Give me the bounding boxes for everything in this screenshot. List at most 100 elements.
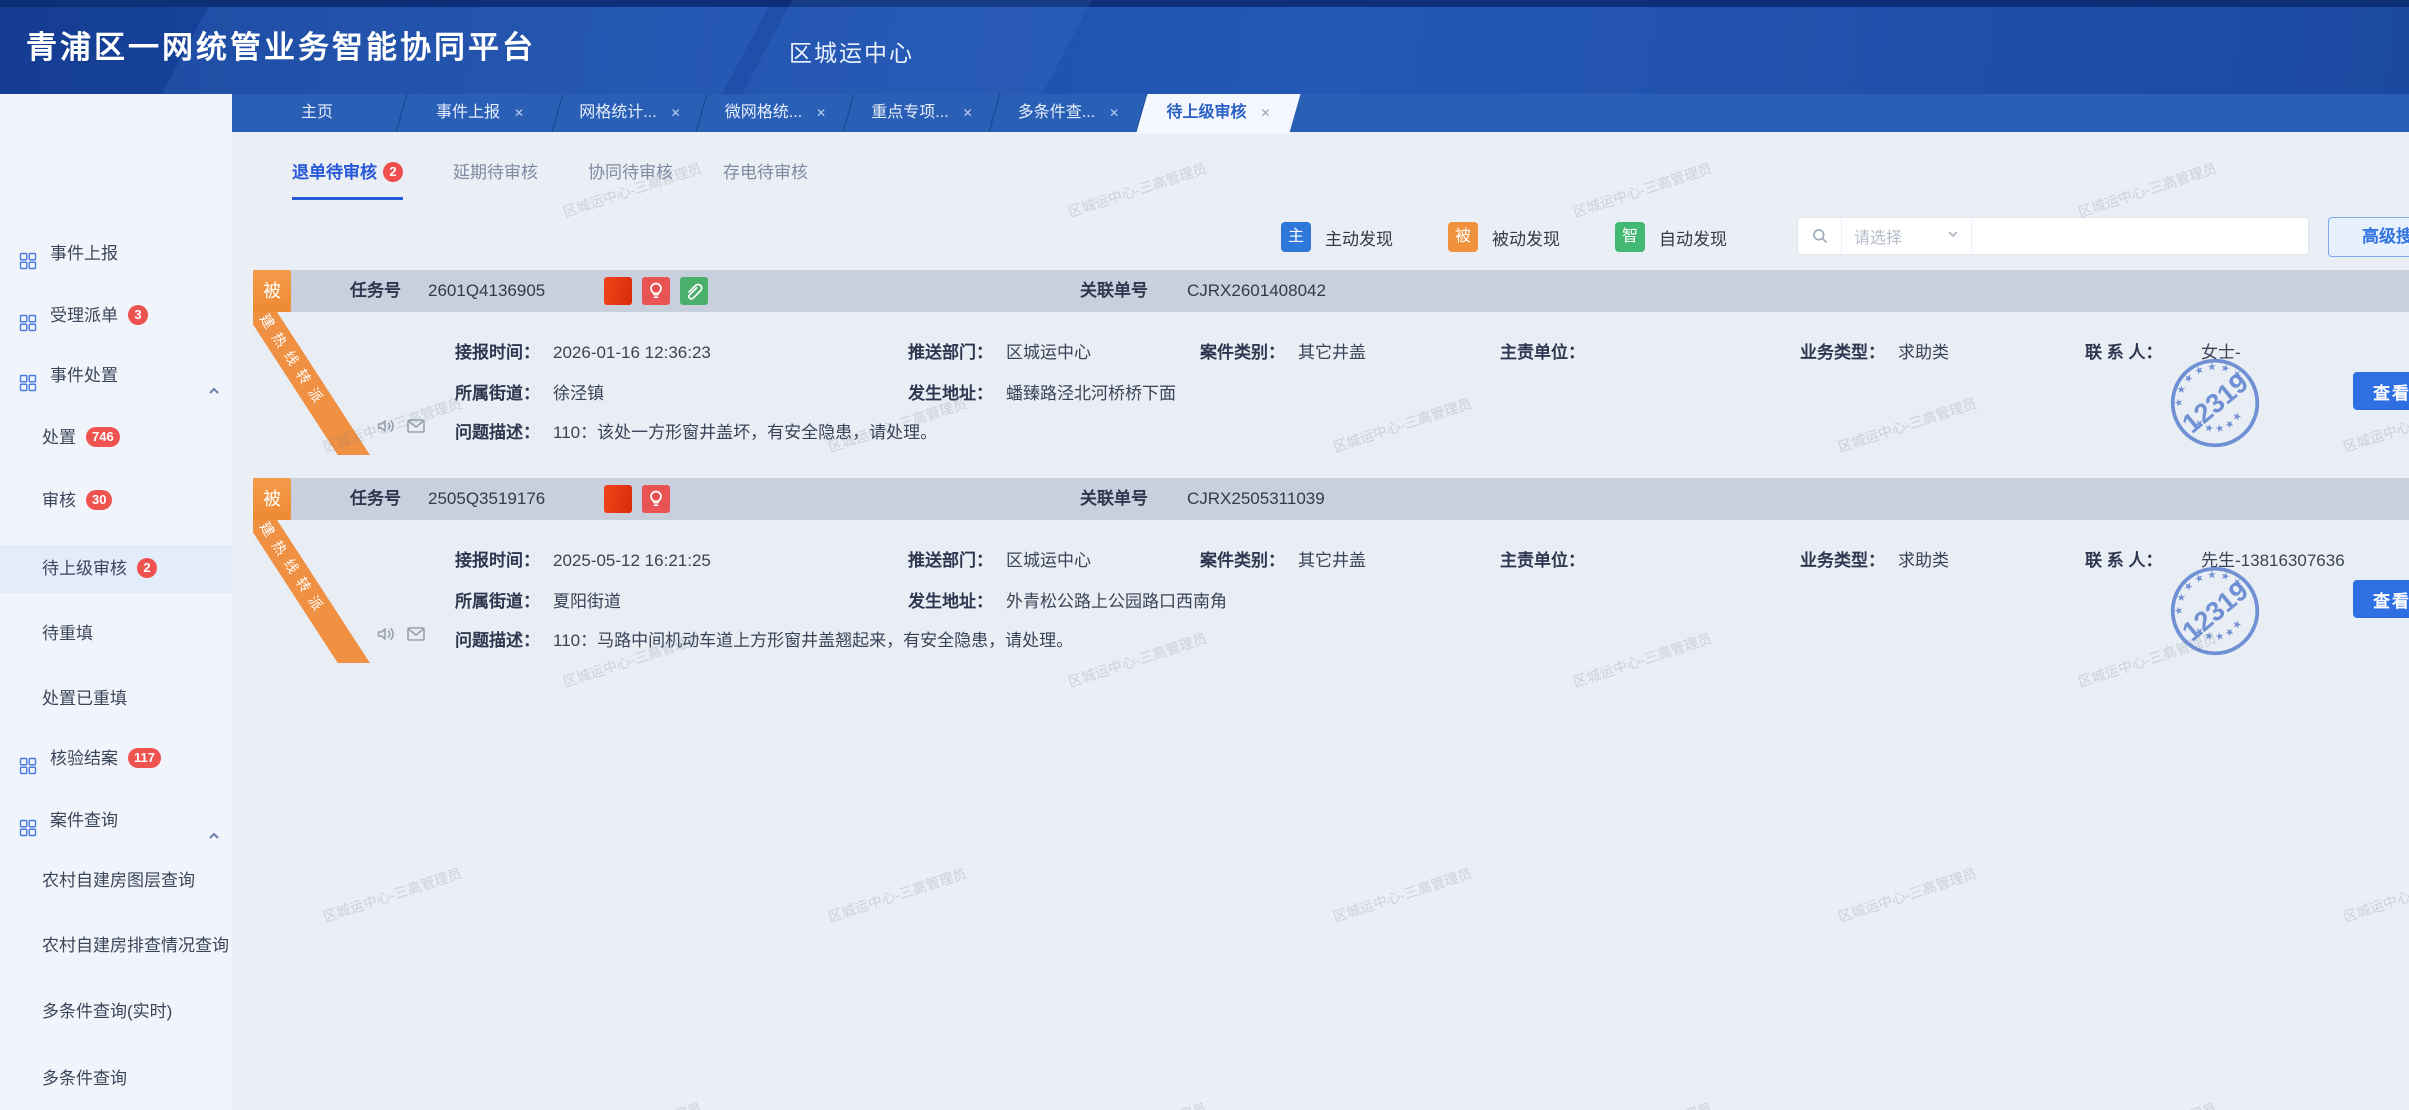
tab-multi-query[interactable]: 多条件查... bbox=[995, 94, 1142, 132]
chevron-down-icon bbox=[1947, 227, 1959, 245]
case-type: 其它井盖 bbox=[1298, 549, 1366, 573]
push-dept: 区城运中心 bbox=[1006, 341, 1091, 365]
subtab-delay-pending[interactable]: 延期待审核 bbox=[453, 158, 538, 200]
grid-menu-icon bbox=[18, 244, 38, 264]
tab-grid-stats[interactable]: 网格统计... bbox=[558, 94, 702, 132]
sidebar-item-rural-house-check-query[interactable]: 农村自建房排查情况查询 bbox=[0, 924, 232, 968]
sidebar-item-case-query[interactable]: 案件查询 bbox=[0, 799, 232, 843]
advanced-search-button[interactable]: 高级搜索 bbox=[2328, 217, 2409, 257]
task-card-body: 城建热线转派 接报时间： 2026-01-16 12:36:23 推送部门： 区… bbox=[253, 312, 2409, 455]
review-subtabs: 退单待审核2 延期待审核 协同待审核 存电待审核 bbox=[292, 158, 808, 200]
sidebar-item-multi-query[interactable]: 多条件查询 bbox=[0, 1057, 232, 1101]
search-icon bbox=[1798, 218, 1842, 254]
watermark-text: 区城运中心-三高管理员 bbox=[2075, 1098, 2219, 1110]
task-no-label: 任务号 bbox=[350, 270, 401, 312]
view-button[interactable]: 查看 bbox=[2353, 372, 2409, 410]
task-card: 被 任务号 2505Q3519176 关联单号 CJRX2505311039 城… bbox=[253, 478, 2409, 663]
sidebar-item-event-handling[interactable]: 事件处置 bbox=[0, 354, 232, 398]
close-tab-icon[interactable] bbox=[816, 106, 826, 120]
header-topline bbox=[0, 0, 2409, 7]
case-type: 其它井盖 bbox=[1298, 341, 1366, 365]
bulb-icon bbox=[642, 485, 670, 513]
close-tab-icon[interactable] bbox=[1109, 106, 1119, 120]
biz-type: 求助类 bbox=[1898, 549, 1949, 573]
sidebar-item-multi-query-realtime[interactable]: 多条件查询(实时) bbox=[0, 990, 232, 1034]
stamp-12319: ★ ★ ★ ★ ★ ★ ★ ★ ★ ★ ★ ★ 12319 bbox=[2154, 342, 2276, 455]
hotline-ribbon: 城建热线转派 bbox=[253, 312, 380, 455]
subtab-collab-pending[interactable]: 协同待审核 bbox=[588, 158, 673, 200]
voice-icon[interactable] bbox=[375, 415, 397, 437]
tab-event-report[interactable]: 事件上报 bbox=[402, 94, 558, 132]
grid-menu-icon bbox=[18, 811, 38, 831]
tab-home[interactable]: 主页 bbox=[232, 94, 402, 132]
view-button[interactable]: 查看 bbox=[2353, 580, 2409, 618]
red-flag-icon bbox=[604, 485, 632, 513]
biz-type: 求助类 bbox=[1898, 341, 1949, 365]
tab-micro-grid[interactable]: 微网格统... bbox=[702, 94, 849, 132]
watermark-text: 区城运中心-三高管理员 bbox=[1835, 863, 1979, 927]
task-no-value: 2505Q3519176 bbox=[428, 478, 545, 520]
sidebar-item-accept-dispatch[interactable]: 受理派单3 bbox=[0, 294, 232, 338]
task-no-value: 2601Q4136905 bbox=[428, 270, 545, 312]
count-badge: 3 bbox=[128, 305, 148, 325]
hotline-ribbon: 城建热线转派 bbox=[253, 520, 380, 663]
watermark-text: 区城运中心-三高管理员 bbox=[825, 863, 969, 927]
attachment-icon[interactable] bbox=[680, 277, 708, 305]
task-card-header: 被 任务号 2505Q3519176 关联单号 CJRX2505311039 bbox=[253, 478, 2409, 520]
address: 蟠臻路泾北河桥桥下面 bbox=[1006, 382, 1176, 406]
subtab-return-pending[interactable]: 退单待审核2 bbox=[292, 158, 403, 200]
address: 外青松公路上公园路口西南角 bbox=[1006, 590, 1227, 614]
close-tab-icon[interactable] bbox=[963, 106, 973, 120]
message-icon[interactable] bbox=[405, 415, 427, 437]
watermark-text: 区城运中心-三高管理员 bbox=[1065, 1098, 1209, 1110]
sidebar-item-pending-superior-review[interactable]: 待上级审核2 bbox=[0, 545, 232, 593]
problem-desc: 110：该处一方形窗井盖坏，有安全隐患，请处理。 bbox=[553, 421, 937, 445]
watermark-text: 区城运中心-三高管理员 bbox=[560, 1098, 704, 1110]
search-field-select[interactable]: 请选择 bbox=[1842, 218, 1972, 254]
related-no-label: 关联单号 bbox=[1080, 478, 1148, 520]
tab-pending-superior-review[interactable]: 待上级审核 bbox=[1142, 94, 1295, 132]
watermark-text: 区城运中心-三高管理员 bbox=[2075, 158, 2219, 222]
source-tag: 被 bbox=[253, 478, 291, 520]
watermark-text: 区城运中心-三高管理员 bbox=[1330, 863, 1474, 927]
sidebar-item-dispose-refilled[interactable]: 处置已重填 bbox=[0, 677, 232, 721]
chevron-up-icon bbox=[208, 370, 220, 382]
related-no-value: CJRX2505311039 bbox=[1187, 478, 1325, 520]
filter-passive-discovery[interactable]: 被 被动发现 bbox=[1448, 222, 1560, 252]
count-badge: 30 bbox=[86, 490, 112, 510]
sidebar-item-verify-close[interactable]: 核验结案117 bbox=[0, 737, 232, 781]
problem-desc: 110：马路中间机动车道上方形窗井盖翘起来，有安全隐患，请处理。 bbox=[553, 629, 1073, 653]
related-no-label: 关联单号 bbox=[1080, 270, 1148, 312]
sidebar-item-rural-house-layer-query[interactable]: 农村自建房图层查询 bbox=[0, 859, 232, 903]
count-badge: 2 bbox=[383, 162, 403, 182]
related-no-value: CJRX2601408042 bbox=[1187, 270, 1326, 312]
watermark-text: 区城运中心-三高管理员 bbox=[320, 863, 464, 927]
close-tab-icon[interactable] bbox=[671, 106, 681, 120]
bulb-icon bbox=[642, 277, 670, 305]
watermark-text: 区城运中心-三高管理员 bbox=[2340, 863, 2409, 927]
street: 徐泾镇 bbox=[553, 382, 604, 406]
push-dept: 区城运中心 bbox=[1006, 549, 1091, 573]
close-tab-icon[interactable] bbox=[514, 106, 524, 120]
filter-auto-discovery[interactable]: 智 自动发现 bbox=[1615, 222, 1727, 252]
filter-active-discovery[interactable]: 主 主动发现 bbox=[1281, 222, 1393, 252]
app-header: 青浦区一网统管业务智能协同平台 区城运中心 bbox=[0, 0, 2409, 94]
sidebar: 事件上报 受理派单3 事件处置 处置746 审核30 待上级审核2 待重填 处置… bbox=[0, 94, 232, 1110]
sidebar-item-dispose[interactable]: 处置746 bbox=[0, 416, 232, 460]
count-badge: 2 bbox=[137, 558, 157, 578]
sidebar-item-pending-refill[interactable]: 待重填 bbox=[0, 612, 232, 656]
search-input[interactable] bbox=[1972, 218, 2308, 254]
subtab-archive-pending[interactable]: 存电待审核 bbox=[723, 158, 808, 200]
count-badge: 117 bbox=[128, 748, 161, 768]
message-icon[interactable] bbox=[405, 623, 427, 645]
watermark-text: 区城运中心-三高管理员 bbox=[1065, 158, 1209, 222]
close-tab-icon[interactable] bbox=[1260, 106, 1270, 120]
watermark-text: 区城运中心-三高管理员 bbox=[1570, 158, 1714, 222]
voice-icon[interactable] bbox=[375, 623, 397, 645]
red-flag-icon bbox=[604, 277, 632, 305]
sidebar-item-event-report[interactable]: 事件上报 bbox=[0, 232, 232, 276]
sidebar-item-review[interactable]: 审核30 bbox=[0, 479, 232, 523]
tab-key-special[interactable]: 重点专项... bbox=[849, 94, 995, 132]
street: 夏阳街道 bbox=[553, 590, 621, 614]
watermark-text: 区城运中心-三高管理员 bbox=[1570, 1098, 1714, 1110]
